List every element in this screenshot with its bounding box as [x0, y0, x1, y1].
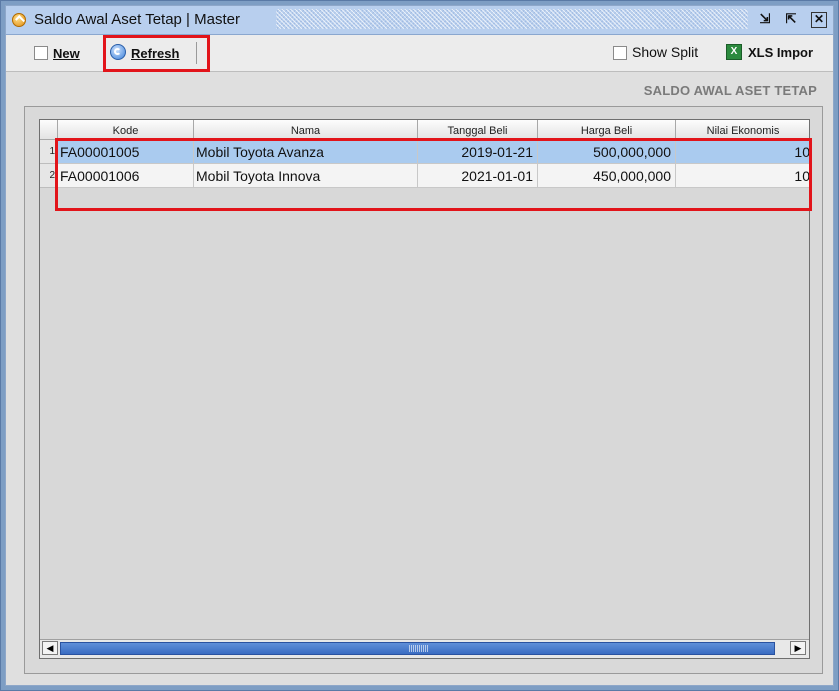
column-header-harga-beli[interactable]: Harga Beli: [538, 120, 676, 140]
xls-icon[interactable]: X: [726, 44, 742, 60]
title-bar[interactable]: Saldo Awal Aset Tetap | Master ⇲ ⇱ ✕: [6, 6, 833, 35]
new-icon[interactable]: [34, 46, 48, 60]
window: Saldo Awal Aset Tetap | Master ⇲ ⇱ ✕ New…: [5, 5, 834, 686]
title-bar-drag-area[interactable]: [276, 9, 748, 29]
maximize-icon[interactable]: ⇱: [782, 10, 800, 28]
column-header-kode[interactable]: Kode: [58, 120, 194, 140]
new-button[interactable]: New: [53, 46, 80, 61]
close-icon[interactable]: ✕: [811, 12, 827, 28]
horizontal-scrollbar[interactable]: ◀ ▶: [40, 639, 809, 658]
refresh-icon[interactable]: [110, 44, 126, 60]
scroll-left-icon[interactable]: ◀: [42, 641, 58, 655]
refresh-button[interactable]: Refresh: [131, 46, 179, 61]
show-split-checkbox[interactable]: [613, 46, 627, 60]
section-title: SALDO AWAL ASET TETAP: [643, 83, 817, 98]
app-icon: [12, 13, 26, 27]
scroll-right-icon[interactable]: ▶: [790, 641, 806, 655]
column-header-nama[interactable]: Nama: [194, 120, 418, 140]
xls-import-button[interactable]: XLS Impor: [748, 45, 813, 60]
toolbar: New Refresh Show Split X XLS Impor: [6, 35, 833, 72]
rows-highlight-box: [55, 138, 812, 211]
column-header-tanggal-beli[interactable]: Tanggal Beli: [418, 120, 538, 140]
window-frame: Saldo Awal Aset Tetap | Master ⇲ ⇱ ✕ New…: [0, 0, 839, 691]
show-split-label[interactable]: Show Split: [632, 44, 698, 60]
toolbar-separator: [196, 42, 197, 64]
restore-icon[interactable]: ⇲: [756, 10, 774, 28]
scrollbar-thumb[interactable]: [60, 642, 775, 655]
row-number-header: [40, 120, 58, 140]
column-header-nilai-ekonomis[interactable]: Nilai Ekonomis: [676, 120, 809, 140]
window-title: Saldo Awal Aset Tetap | Master: [34, 11, 240, 28]
